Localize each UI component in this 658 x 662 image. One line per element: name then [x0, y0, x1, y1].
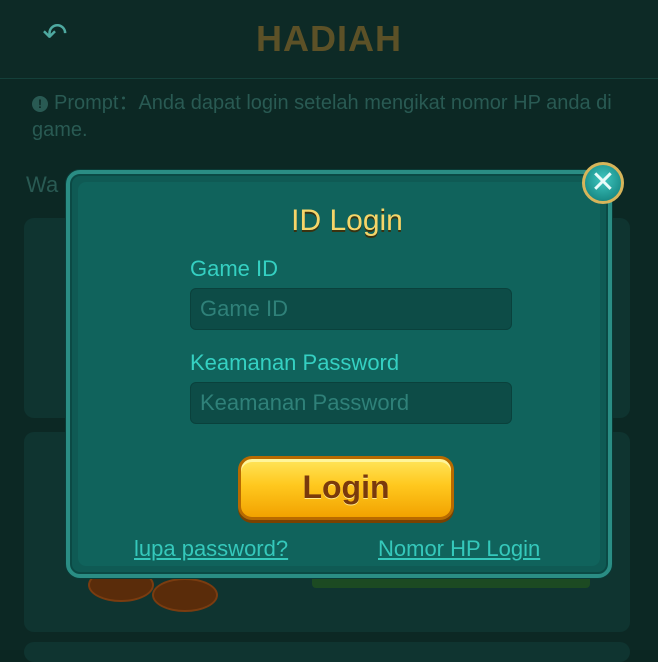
id-login-dialog: ID Login Game ID Keamanan Password Login… — [66, 170, 612, 578]
password-input[interactable] — [190, 382, 512, 424]
section-label: Wa — [26, 172, 59, 197]
dialog-title: ID Login — [291, 204, 403, 237]
phone-login-link[interactable]: Nomor HP Login — [378, 536, 540, 562]
game-id-label: Game ID — [190, 256, 279, 281]
coin-image — [152, 578, 218, 612]
game-id-input[interactable] — [190, 288, 512, 330]
info-icon: ! — [32, 96, 48, 112]
header-bar: ↶ HADIAH — [0, 0, 658, 79]
page-title: HADIAH — [256, 18, 402, 59]
prompt-message: Prompt：Anda dapat login setelah mengikat… — [32, 92, 612, 141]
login-button[interactable]: Login — [238, 456, 454, 520]
dialog-panel: ID Login Game ID Keamanan Password Login… — [78, 182, 600, 566]
forgot-password-link[interactable]: lupa password? — [134, 536, 288, 562]
reward-card — [24, 642, 630, 662]
close-icon[interactable]: ✕ — [582, 162, 624, 204]
prompt-text: ! Prompt：Anda dapat login setelah mengika… — [32, 90, 642, 144]
password-label: Keamanan Password — [190, 350, 400, 375]
